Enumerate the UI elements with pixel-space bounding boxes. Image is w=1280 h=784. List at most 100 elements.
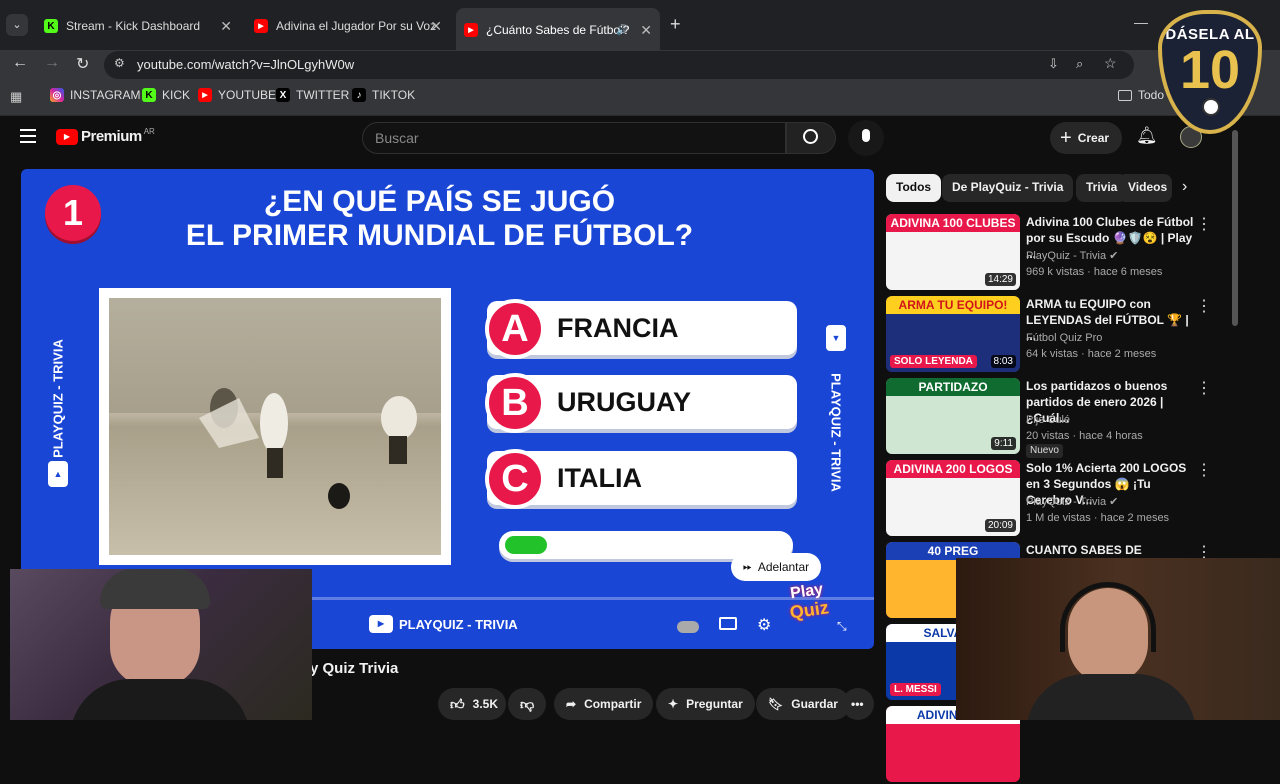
- scrollbar[interactable]: [1232, 130, 1238, 326]
- streamer-cap: [100, 569, 210, 609]
- chip-playquiz[interactable]: De PlayQuiz - Trivia: [942, 174, 1074, 202]
- install-icon[interactable]: ⇩: [1048, 56, 1059, 72]
- more-options-icon[interactable]: ⋮: [1196, 460, 1212, 480]
- recommendation-channel[interactable]: Pije Culé: [1026, 412, 1070, 428]
- apps-icon[interactable]: ▦: [10, 89, 22, 105]
- bookmark-star-icon[interactable]: ☆: [1104, 55, 1117, 72]
- address-bar[interactable]: ⚙ youtube.com/watch?v=JlnOLgyhW0w ⇩ ⌕ ☆: [104, 51, 1134, 79]
- thumbnail-subtext: L. MESSI: [890, 683, 941, 696]
- video-duration: 20:09: [984, 519, 1016, 532]
- dislike-button[interactable]: 👎︎: [508, 688, 546, 720]
- option-text: FRANCIA: [557, 313, 679, 343]
- recommendation-thumbnail[interactable]: ADIVINA 100 CLUBES 14:29: [886, 214, 1020, 290]
- back-icon[interactable]: ←: [12, 54, 28, 72]
- side-label-left: PLAYQUIZ - TRIVIA ▲: [47, 315, 69, 487]
- minimize-icon[interactable]: —: [1134, 14, 1148, 30]
- side-label-text: PLAYQUIZ - TRIVIA: [50, 339, 66, 458]
- save-label: Guardar: [791, 697, 838, 711]
- site-info-icon[interactable]: ⚙: [114, 56, 125, 70]
- more-actions-button[interactable]: •••: [842, 688, 874, 720]
- recommendation-thumbnail[interactable]: ARMA TU EQUIPO! SOLO LEYENDA 8:03: [886, 296, 1020, 372]
- recommendation-meta: 1 M de vistas · hace 2 meses: [1026, 512, 1170, 524]
- search-input[interactable]: Buscar: [362, 122, 786, 154]
- thumbnail-text: ARMA TU EQUIPO!: [886, 296, 1020, 314]
- settings-icon[interactable]: ⚙: [757, 615, 771, 635]
- close-icon[interactable]: ✕: [430, 18, 442, 35]
- fast-forward-icon: ⏩︎: [743, 560, 752, 573]
- more-options-icon[interactable]: ⋮: [1196, 378, 1212, 398]
- share-button[interactable]: ➦ Compartir: [554, 688, 654, 720]
- chip-todos[interactable]: Todos: [886, 174, 942, 202]
- bookmark-label: TWITTER: [296, 88, 350, 102]
- recommendation-item[interactable]: ADIVINA 200 LOGOS 20:09 Solo 1% Acierta 20…: [884, 460, 1214, 538]
- answer-option-a[interactable]: A FRANCIA: [485, 299, 797, 359]
- more-options-icon[interactable]: ⋮: [1196, 214, 1212, 234]
- recommendation-item[interactable]: PARTIDAZO 9:11 Los partidazos o buenos par…: [884, 378, 1214, 458]
- menu-icon[interactable]: [20, 129, 36, 143]
- speaker-icon[interactable]: 🔊: [616, 25, 628, 36]
- chip-videos[interactable]: Videos: [1118, 174, 1172, 202]
- zoom-icon[interactable]: ⌕: [1076, 56, 1083, 72]
- tab-kick-dashboard[interactable]: K Stream - Kick Dashboard ✕: [36, 11, 240, 41]
- notifications-icon[interactable]: 🔔︎: [1136, 126, 1158, 146]
- recommendation-channel[interactable]: PlayQuiz - Trivia ✔: [1026, 248, 1118, 264]
- historic-football-photo: [109, 298, 441, 555]
- recommendation-item[interactable]: ADIVINA 100 CLUBES 14:29 Adivina 100 Clube…: [884, 214, 1214, 292]
- recommendation-channel[interactable]: PlayQuiz - Trivia ✔: [1026, 494, 1118, 510]
- chevron-right-icon[interactable]: ›: [1182, 178, 1187, 196]
- more-options-icon[interactable]: ⋮: [1196, 296, 1212, 316]
- football-icon: [1202, 98, 1220, 116]
- region-label: AR: [143, 127, 155, 136]
- folder-icon: [1118, 89, 1132, 101]
- bookmarks-folder[interactable]: Todo: [1118, 88, 1164, 102]
- bookmark-kick[interactable]: K KICK: [142, 88, 190, 102]
- tab-cuanto-sabes[interactable]: ▶ ¿Cuánto Sabes de Fútbol? 🔊 ✕: [456, 8, 660, 50]
- create-button[interactable]: + Crear: [1050, 122, 1122, 154]
- thumbnail-text: ADIVINA 100 CLUBES: [886, 214, 1020, 232]
- video-duration: 8:03: [990, 355, 1016, 368]
- badge-line-2: 10: [1179, 40, 1241, 100]
- share-icon: ➦: [566, 697, 577, 711]
- close-icon[interactable]: ✕: [640, 22, 652, 39]
- recommendation-item[interactable]: ARMA TU EQUIPO! SOLO LEYENDA 8:03 ARMA tu E…: [884, 296, 1214, 374]
- ask-button[interactable]: ✦ Preguntar: [656, 688, 755, 720]
- kick-icon: K: [142, 88, 156, 102]
- youtube-icon: ▶: [198, 88, 212, 102]
- more-icon: •••: [851, 697, 864, 711]
- save-button[interactable]: 🔖︎ Guardar: [756, 688, 850, 720]
- recommendation-channel[interactable]: Fútbol Quiz Pro: [1026, 330, 1102, 346]
- recommendation-thumbnail[interactable]: ADIVINA 200 LOGOS 20:09: [886, 460, 1020, 536]
- tab-adivina-jugador[interactable]: ▶ Adivina el Jugador Por su Voz ✕: [246, 11, 450, 41]
- bookmark-instagram[interactable]: ◎ INSTAGRAM: [50, 88, 140, 102]
- x-icon: X: [276, 88, 290, 102]
- search-button[interactable]: [786, 122, 836, 154]
- channel-name[interactable]: y Quiz Trivia: [310, 660, 398, 677]
- bookmark-youtube[interactable]: ▶ YOUTUBE: [198, 88, 276, 102]
- voice-search-button[interactable]: [848, 120, 884, 156]
- reload-icon[interactable]: ↻: [76, 54, 89, 74]
- search-icon: [803, 129, 818, 144]
- captions-icon[interactable]: [719, 617, 737, 630]
- recommendation-meta: 969 k vistas · hace 6 meses: [1026, 266, 1163, 278]
- new-tab-button[interactable]: +: [670, 14, 681, 35]
- question-photo: [99, 288, 451, 565]
- youtube-icon: ▶: [464, 23, 478, 37]
- fullscreen-icon[interactable]: ⤡: [837, 619, 847, 634]
- youtube-logo[interactable]: ▶ Premium AR: [56, 127, 155, 145]
- recommendation-thumbnail[interactable]: PARTIDAZO 9:11: [886, 378, 1020, 454]
- playquiz-logo: Play Quiz: [771, 578, 845, 623]
- bookmark-twitter[interactable]: X TWITTER: [276, 88, 349, 102]
- close-icon[interactable]: ✕: [220, 18, 232, 35]
- skip-button[interactable]: ⏩︎ Adelantar: [731, 553, 822, 581]
- tab-search-button[interactable]: ⌄: [6, 14, 28, 36]
- bookmark-tiktok[interactable]: ♪ TIKTOK: [352, 88, 415, 102]
- thumbnail-text: ADIVINA 200 LOGOS: [886, 460, 1020, 478]
- answer-option-b[interactable]: B URUGUAY: [485, 373, 797, 433]
- browser-toolbar: ← → ↻ ⚙ youtube.com/watch?v=JlnOLgyhW0w …: [0, 50, 1280, 80]
- answer-option-c[interactable]: C ITALIA: [485, 449, 797, 509]
- option-letter: C: [485, 449, 545, 509]
- youtube-header: ▶ Premium AR Buscar + Crear 🔔︎: [0, 116, 1240, 160]
- autoplay-toggle[interactable]: [677, 621, 699, 633]
- like-button[interactable]: 👍︎ 3.5K: [438, 688, 506, 720]
- forward-icon[interactable]: →: [44, 54, 60, 72]
